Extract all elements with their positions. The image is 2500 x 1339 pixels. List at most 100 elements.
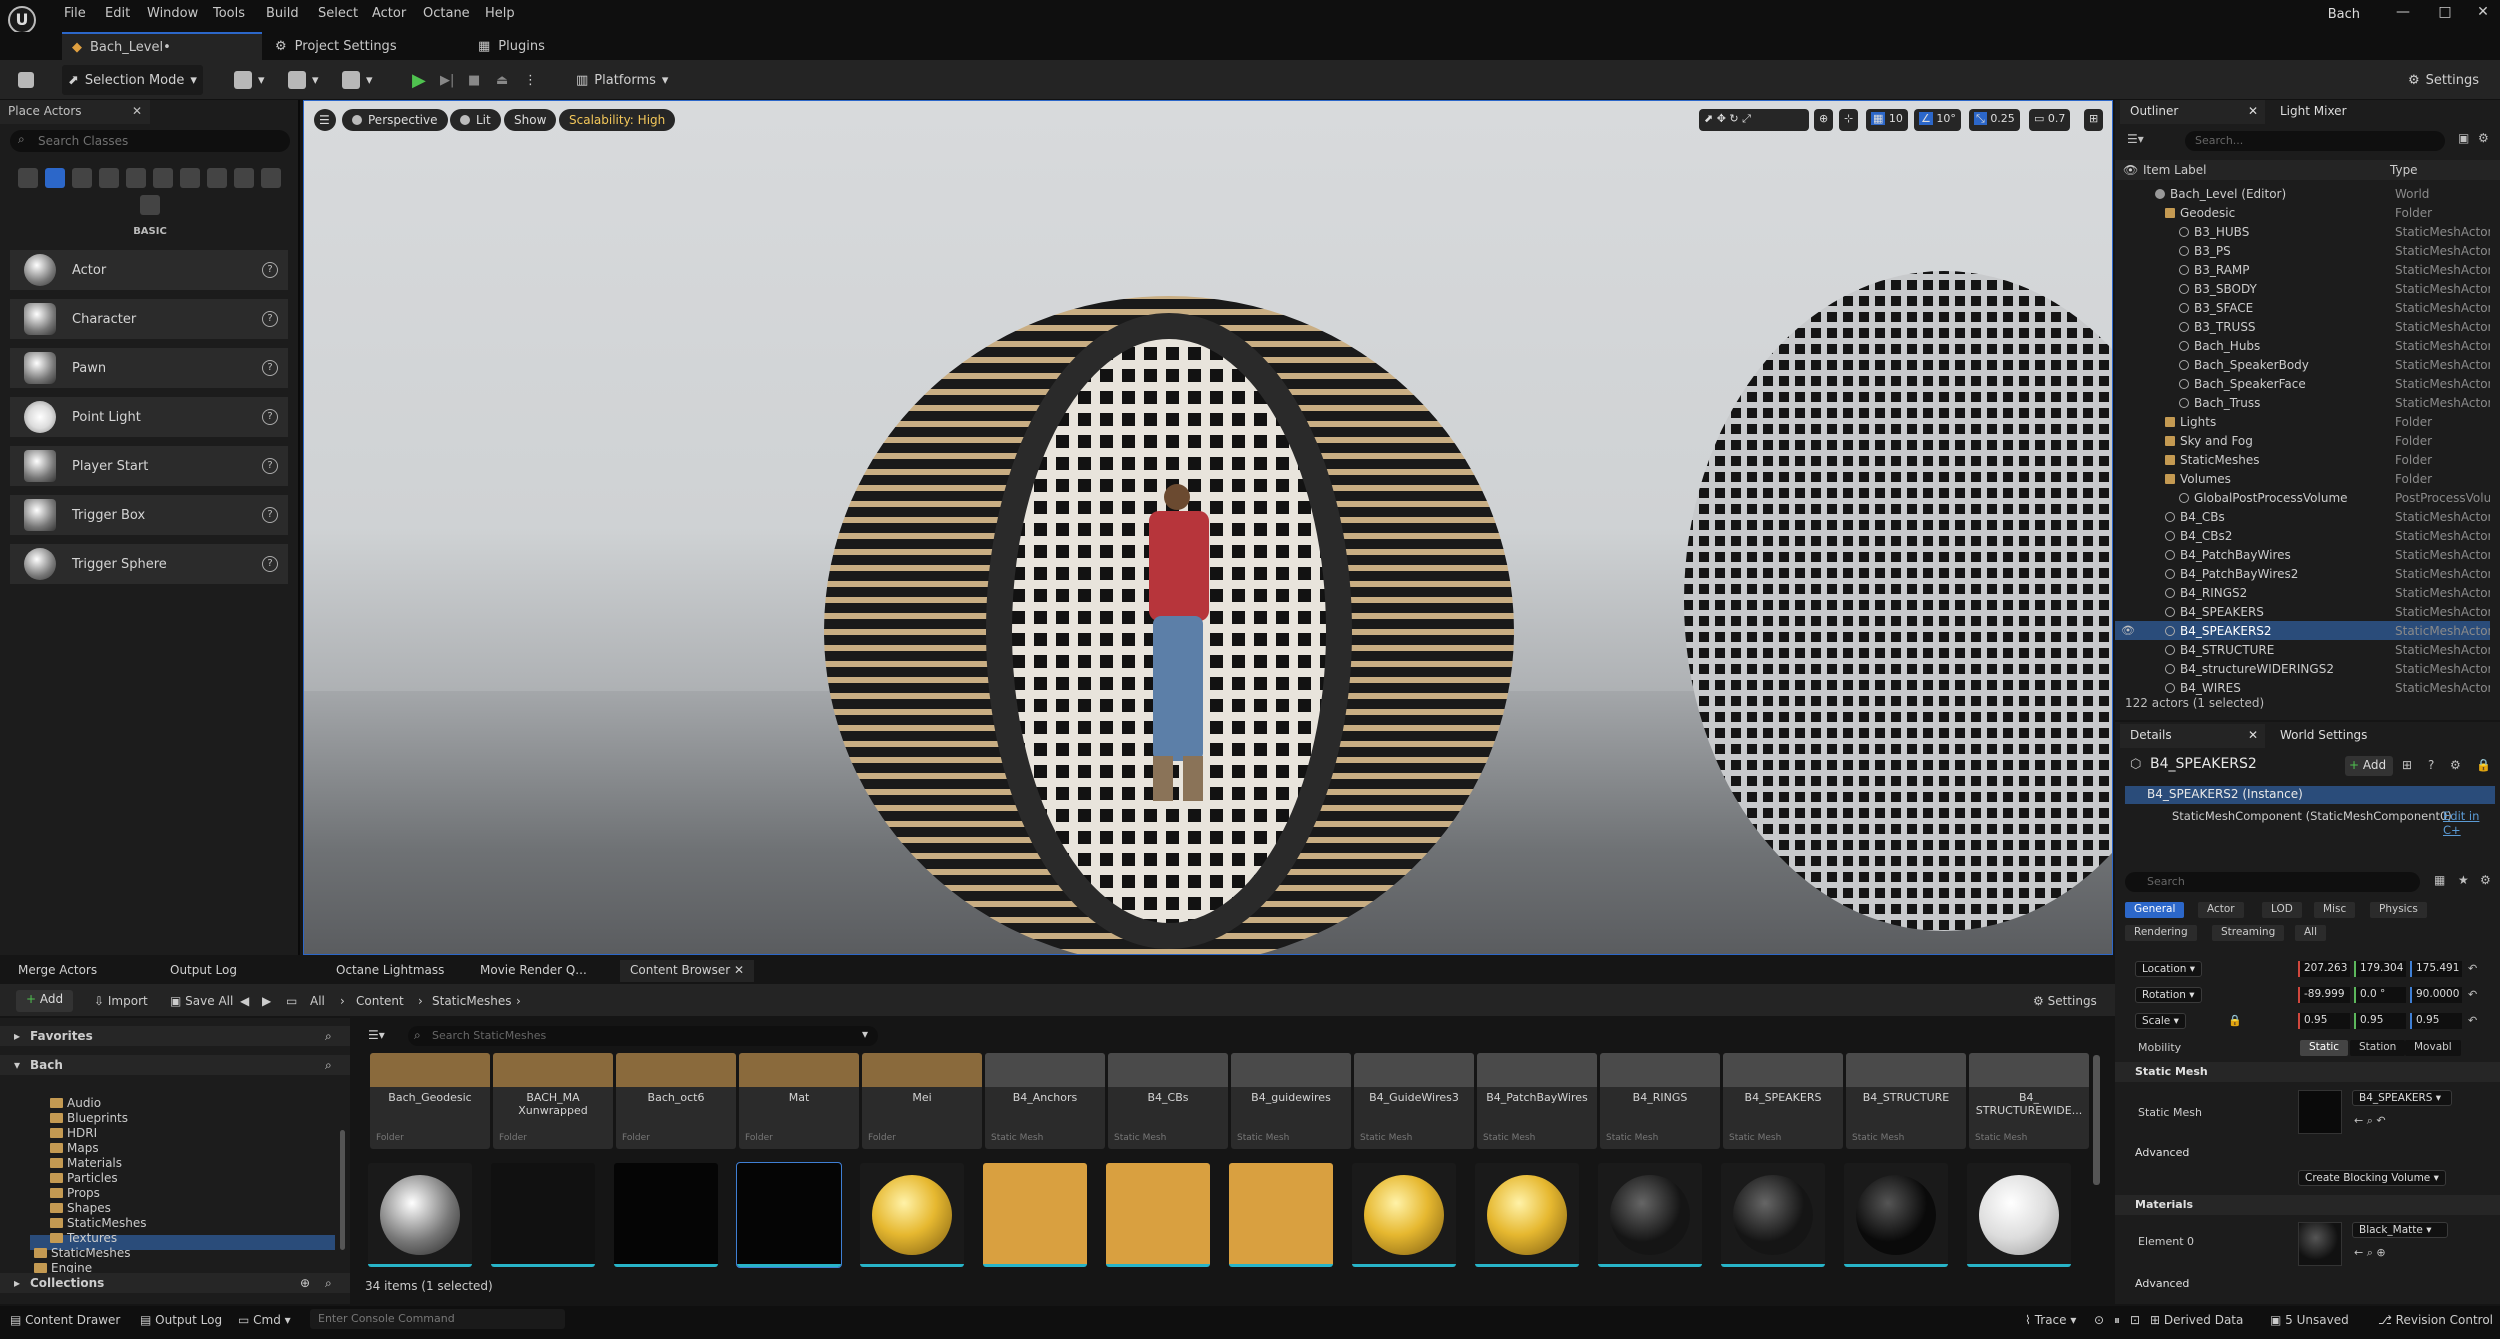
scale-x[interactable]: 0.95: [2298, 1013, 2350, 1029]
selection-mode-button[interactable]: ⬈ Selection Mode ▾: [62, 65, 203, 95]
lock-scale-icon[interactable]: 🔒: [2228, 1014, 2242, 1027]
actor-item-player-start[interactable]: Player Start?: [10, 446, 288, 490]
outliner-row[interactable]: B3_HUBS StaticMeshActor: [2115, 222, 2490, 241]
help-icon[interactable]: ?: [262, 360, 278, 376]
close-window-icon[interactable]: ✕: [2470, 4, 2496, 26]
asset-card[interactable]: B4_STRUCTURE Static Mesh: [1846, 1053, 1966, 1149]
filter-streaming[interactable]: Streaming: [2212, 925, 2285, 941]
asset-card[interactable]: B4_ STRUCTUREWIDE... Static Mesh: [1969, 1053, 2089, 1149]
unreal-logo-icon[interactable]: U: [8, 6, 36, 34]
menu-build[interactable]: Build: [266, 6, 299, 21]
output-log-button[interactable]: ▤ Output Log: [140, 1313, 222, 1327]
actor-item-point-light[interactable]: Point Light?: [10, 397, 288, 441]
cinematic-category-icon[interactable]: [126, 168, 146, 188]
filter-all[interactable]: All: [2295, 925, 2327, 941]
surface-snap-icon[interactable]: ⊹: [1839, 109, 1859, 131]
play-icon[interactable]: ▶: [406, 65, 432, 95]
extra-category-icon[interactable]: [140, 195, 160, 215]
tab-place-actors[interactable]: Place Actors ✕: [0, 100, 150, 124]
instance-component-row[interactable]: B4_SPEAKERS2 (Instance): [2125, 786, 2495, 804]
folder-icon[interactable]: ▭: [286, 994, 297, 1008]
reset-icon[interactable]: ↶: [2468, 1014, 2477, 1027]
asset-search-input[interactable]: Search StaticMeshes: [408, 1026, 878, 1046]
close-icon[interactable]: ✕: [2248, 104, 2258, 118]
outliner-row[interactable]: 👁 B4_SPEAKERS2 StaticMeshActor: [2115, 621, 2490, 640]
filter-physics[interactable]: Physics: [2370, 902, 2427, 918]
static-mesh-component-row[interactable]: StaticMeshComponent (StaticMeshComponent…: [2172, 809, 2452, 823]
rotation-snap-button[interactable]: ∠ 10°: [1914, 109, 1961, 131]
actor-item-pawn[interactable]: Pawn?: [10, 348, 288, 392]
rotation-y[interactable]: 0.0 °: [2354, 987, 2406, 1003]
help-icon[interactable]: ?: [2428, 758, 2434, 772]
lit-button[interactable]: Lit: [450, 109, 501, 131]
outliner-row[interactable]: StaticMeshes Folder: [2115, 450, 2490, 469]
perspective-button[interactable]: Perspective: [342, 109, 448, 131]
menu-tools[interactable]: Tools: [213, 6, 245, 21]
pause-icon[interactable]: ⏸: [2114, 1313, 2120, 1328]
tree-folder-item[interactable]: StaticMeshes: [50, 1216, 147, 1230]
save-all-button[interactable]: ▣ Save All: [170, 994, 233, 1008]
tab-content-browser[interactable]: Content Browser ✕: [620, 960, 755, 982]
maximize-icon[interactable]: □: [2432, 4, 2458, 26]
asset-card[interactable]: Mat Folder: [739, 1053, 859, 1149]
filter-actor[interactable]: Actor: [2198, 902, 2244, 918]
section-static-mesh[interactable]: Static Mesh: [2115, 1062, 2500, 1082]
menu-help[interactable]: Help: [485, 6, 515, 21]
lock-icon[interactable]: 🔒: [2476, 758, 2491, 772]
material-thumbnail[interactable]: [2298, 1222, 2342, 1266]
asset-card[interactable]: B4_Anchors Static Mesh: [985, 1053, 1105, 1149]
search-icon[interactable]: ⌕: [325, 1276, 332, 1291]
location-y[interactable]: 179.304: [2354, 961, 2406, 977]
asset-thumbnail-tile[interactable]: [491, 1163, 595, 1267]
tree-folder-item[interactable]: Props: [50, 1186, 100, 1200]
filter-icon[interactable]: ☰▾: [368, 1028, 385, 1042]
unsaved-button[interactable]: ▣ 5 Unsaved: [2270, 1313, 2349, 1327]
recent-icon[interactable]: [18, 168, 38, 188]
tree-folder-item[interactable]: Maps: [50, 1141, 99, 1155]
asset-card[interactable]: B4_RINGS Static Mesh: [1600, 1053, 1720, 1149]
menu-window[interactable]: Window: [147, 6, 198, 21]
mobility-stationary[interactable]: Station: [2350, 1040, 2406, 1056]
add-content-icon[interactable]: ▾: [228, 65, 271, 95]
outliner-row[interactable]: B3_RAMP StaticMeshActor: [2115, 260, 2490, 279]
close-icon[interactable]: ✕: [132, 104, 142, 118]
outliner-row[interactable]: B4_WIRES StaticMeshActor: [2115, 678, 2490, 697]
scale-z[interactable]: 0.95: [2410, 1013, 2462, 1029]
help-icon[interactable]: ?: [262, 507, 278, 523]
item-label-column[interactable]: Item Label: [2143, 163, 2207, 177]
chevron-down-icon[interactable]: ▾: [862, 1027, 868, 1041]
location-z[interactable]: 175.491: [2410, 961, 2462, 977]
more-options-icon[interactable]: ⋮: [518, 65, 543, 95]
outliner-row[interactable]: Bach_SpeakerBody StaticMeshActor: [2115, 355, 2490, 374]
outliner-row[interactable]: B3_PS StaticMeshActor: [2115, 241, 2490, 260]
asset-thumbnail-tile[interactable]: [860, 1163, 964, 1267]
collections-header[interactable]: ▸ Collections ⊕ ⌕: [0, 1273, 350, 1293]
outliner-row[interactable]: Bach_Truss StaticMeshActor: [2115, 393, 2490, 412]
maximize-viewport-icon[interactable]: ⊞: [2084, 109, 2104, 131]
help-icon[interactable]: ?: [262, 262, 278, 278]
tree-folder-item[interactable]: Materials: [50, 1156, 122, 1170]
viewport-menu-icon[interactable]: ☰: [314, 109, 336, 131]
tree-folder-item[interactable]: StaticMeshes: [34, 1246, 131, 1260]
tab-outliner[interactable]: Outliner ✕: [2120, 100, 2265, 124]
asset-thumbnail-tile[interactable]: [1475, 1163, 1579, 1267]
tab-plugins[interactable]: ▦ Plugins: [468, 32, 555, 60]
volumes-category-icon[interactable]: [207, 168, 227, 188]
asset-thumbnail-tile[interactable]: [1352, 1163, 1456, 1267]
visibility-icon[interactable]: 👁: [2121, 624, 2135, 637]
tree-folder-item[interactable]: Particles: [50, 1171, 118, 1185]
gear-icon[interactable]: ⚙: [2478, 131, 2489, 145]
grid-snap-button[interactable]: ▦ 10: [1866, 109, 1908, 131]
outliner-row[interactable]: B4_PatchBayWires StaticMeshActor: [2115, 545, 2490, 564]
settings-button[interactable]: ⚙ Settings: [2402, 65, 2485, 95]
add-button[interactable]: + Add: [16, 990, 74, 1012]
forward-icon[interactable]: ▶: [262, 994, 271, 1008]
outliner-search-input[interactable]: Search...: [2185, 131, 2445, 151]
outliner-row[interactable]: Bach_Level (Editor) World: [2115, 184, 2490, 203]
details-search-input[interactable]: Search: [2125, 872, 2420, 892]
outliner-row[interactable]: B3_SFACE StaticMeshActor: [2115, 298, 2490, 317]
record-icon[interactable]: ⊙: [2094, 1313, 2104, 1327]
visibility-column-icon[interactable]: 👁: [2123, 163, 2138, 177]
stop-icon[interactable]: ■: [462, 65, 486, 95]
actor-item-trigger-sphere[interactable]: Trigger Sphere?: [10, 544, 288, 588]
